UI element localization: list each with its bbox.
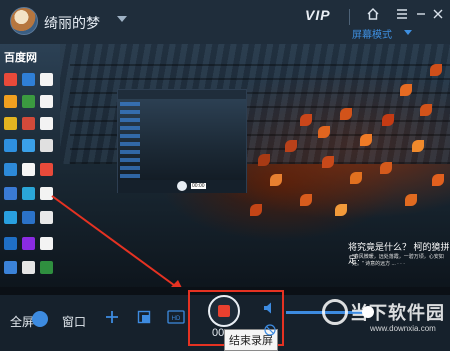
desktop-file-icon[interactable] — [40, 139, 53, 152]
watermark-url: www.downxia.com — [370, 324, 436, 333]
title-bar: 绮丽的梦 VIP 屏幕模式 — [0, 0, 450, 44]
desktop-file-icon[interactable] — [40, 95, 53, 108]
microphone-muted-icon[interactable] — [263, 323, 277, 337]
wallpaper-subcaption: "春风微暖，远处落霞，一碧万顷，心安如处。" 诗意的远方 ... · · · — [352, 254, 444, 267]
user-name[interactable]: 绮丽的梦 — [44, 13, 100, 33]
desktop-app-icon[interactable] — [22, 261, 35, 274]
desktop-corner-text: 百度网 — [4, 52, 37, 64]
chevron-down-icon[interactable] — [404, 30, 412, 35]
desktop-app-icon[interactable] — [22, 139, 35, 152]
desktop-app-icon[interactable] — [4, 117, 17, 130]
fullscreen-label[interactable]: 全屏 — [10, 313, 34, 330]
watermark-logo — [322, 299, 348, 325]
fullscreen-radio[interactable] — [32, 311, 48, 327]
annotation-arrow — [51, 195, 184, 292]
desktop-app-icon[interactable] — [4, 187, 17, 200]
screen-recorder-app: 绮丽的梦 VIP 屏幕模式 百度网 00:00 将究竟是什么？ 柯的獍拼足· "… — [0, 0, 450, 351]
stop-icon — [218, 305, 230, 317]
desktop-app-icon[interactable] — [4, 139, 17, 152]
close-icon[interactable] — [428, 4, 448, 24]
desktop-file-icon[interactable] — [40, 73, 53, 86]
desktop-app-icon[interactable] — [4, 261, 17, 274]
home-icon[interactable] — [363, 4, 383, 24]
vip-button[interactable]: VIP — [305, 7, 331, 23]
nested-timer: 00:00 — [191, 183, 206, 189]
desktop-app-icon[interactable] — [22, 237, 35, 250]
desktop-app-icon[interactable] — [4, 73, 17, 86]
menu-icon[interactable] — [392, 4, 412, 24]
divider — [349, 9, 350, 25]
desktop-app-icon[interactable] — [4, 211, 17, 224]
desktop-app-icon[interactable] — [22, 73, 35, 86]
desktop-app-icon[interactable] — [22, 211, 35, 224]
screen-mode-select[interactable]: 屏幕模式 — [352, 26, 392, 41]
desktop-app-icon[interactable] — [22, 95, 35, 108]
window-label[interactable]: 窗口 — [62, 313, 86, 330]
add-icon[interactable] — [104, 309, 120, 325]
desktop-file-icon[interactable] — [40, 117, 53, 130]
desktop-app-icon[interactable] — [4, 95, 17, 108]
desktop-app-icon[interactable] — [22, 117, 35, 130]
chevron-down-icon[interactable] — [117, 16, 127, 22]
svg-text:HD: HD — [172, 316, 181, 322]
nested-title-bar — [118, 90, 246, 99]
volume-icon[interactable] — [263, 301, 275, 318]
nested-desktop-icons — [120, 102, 140, 178]
hd-icon[interactable]: HD — [166, 309, 186, 325]
record-timer: 00 — [212, 327, 225, 339]
nested-preview-window: 00:00 — [117, 89, 247, 193]
desktop-app-icon[interactable] — [4, 163, 17, 176]
stop-record-button[interactable] — [208, 295, 240, 327]
avatar[interactable] — [10, 7, 38, 35]
recording-preview: 百度网 00:00 将究竟是什么？ 柯的獍拼足· "春风微暖，远处落霞，一碧万顷… — [0, 44, 450, 295]
watermark-text: 当下软件园 — [350, 303, 445, 323]
crop-icon[interactable] — [136, 309, 152, 325]
desktop-app-icon[interactable] — [4, 237, 17, 250]
desktop-app-icon[interactable] — [22, 187, 35, 200]
desktop-app-icon[interactable] — [22, 163, 35, 176]
control-bar: 全屏 窗口 HD 00 结束录屏 当下软件园 www.downxia.com — [0, 290, 450, 351]
nested-record-button — [177, 181, 187, 191]
desktop-app-icon[interactable] — [40, 163, 53, 176]
